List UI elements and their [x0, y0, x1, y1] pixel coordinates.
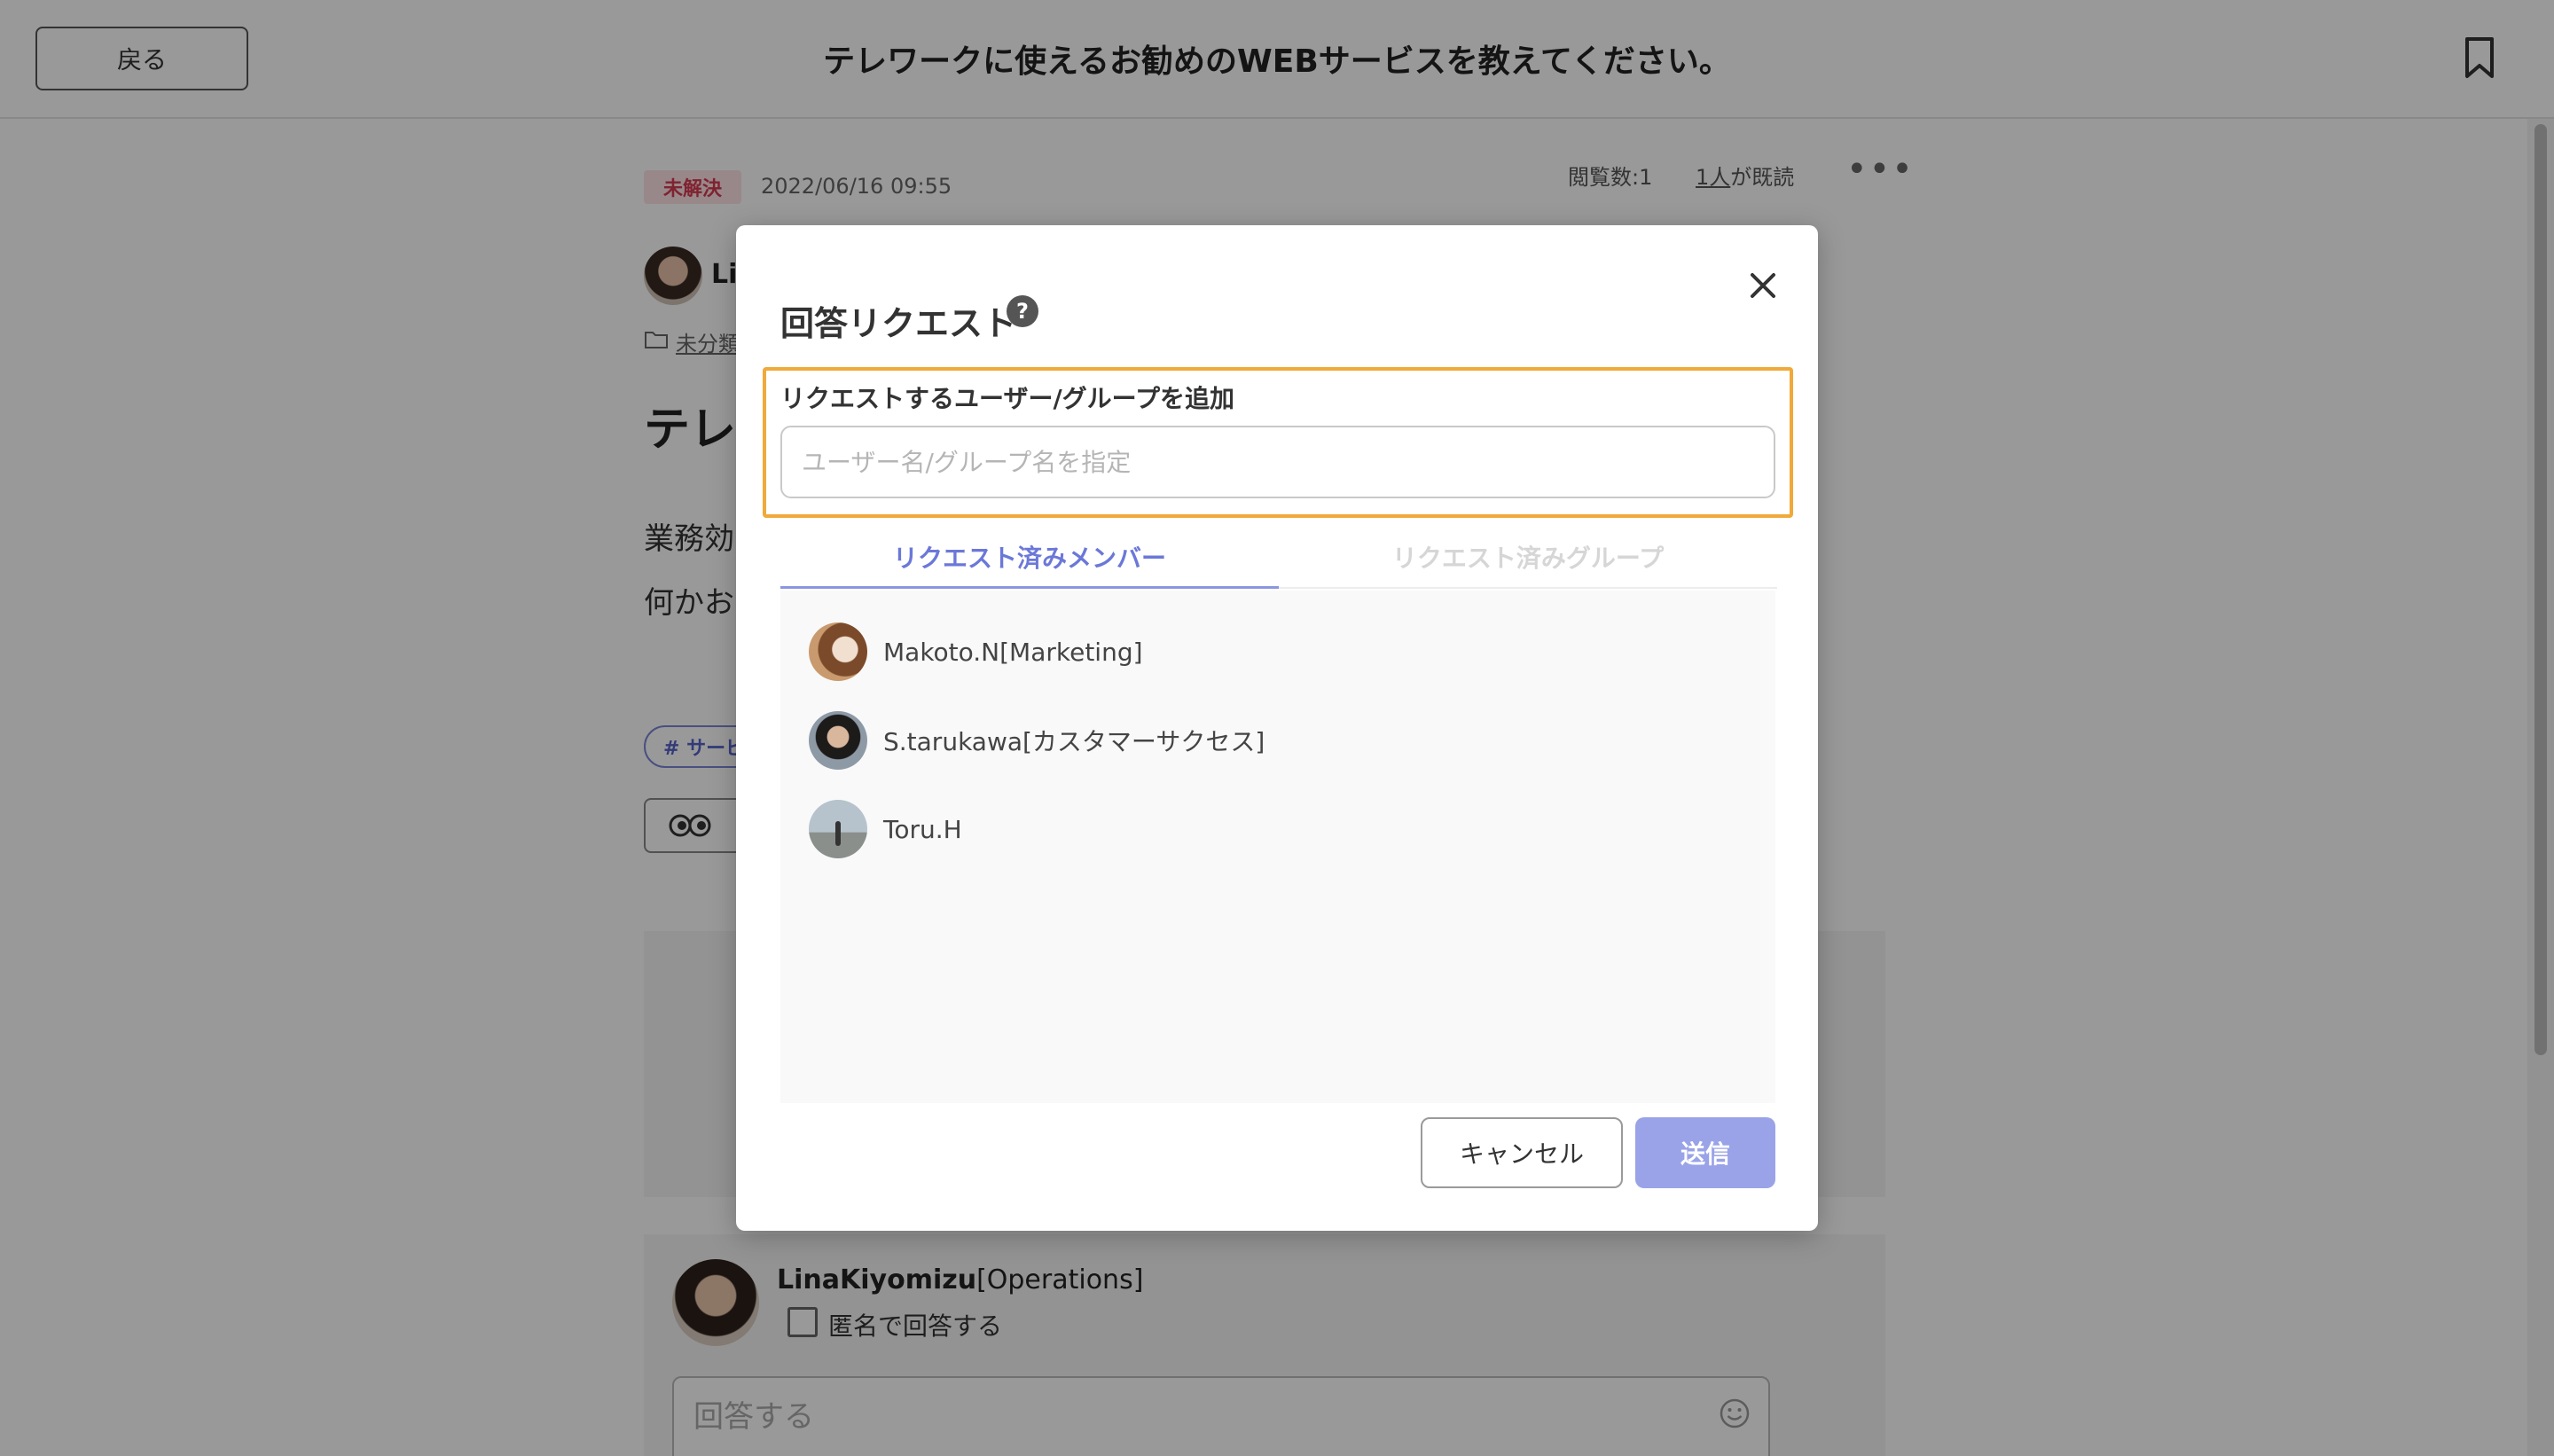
avatar [809, 711, 867, 770]
member-name: Toru.H [883, 814, 962, 844]
user-group-search-input[interactable] [780, 426, 1775, 498]
modal-title: 回答リクエスト [780, 304, 1017, 343]
member-name: Makoto.N[Marketing] [883, 637, 1143, 667]
list-item: Toru.H [809, 800, 962, 858]
member-name: S.tarukawa[カスタマーサクセス] [883, 727, 1265, 756]
list-item: Makoto.N[Marketing] [809, 622, 1143, 681]
tab-requested-groups[interactable]: リクエスト済みグループ [1279, 527, 1777, 589]
answer-request-modal: 回答リクエスト ? リクエストするユーザー/グループを追加 リクエスト済みメンバ… [736, 225, 1818, 1231]
tab-requested-members[interactable]: リクエスト済みメンバー [780, 527, 1279, 589]
svg-text:?: ? [1016, 299, 1029, 324]
cancel-button[interactable]: キャンセル [1421, 1117, 1623, 1188]
close-icon[interactable] [1745, 268, 1781, 303]
add-user-label: リクエストするユーザー/グループを追加 [780, 384, 1234, 413]
avatar [809, 800, 867, 858]
help-icon[interactable]: ? [1006, 294, 1039, 328]
member-list: Makoto.N[Marketing] S.tarukawa[カスタマーサクセス… [780, 591, 1775, 1103]
list-item: S.tarukawa[カスタマーサクセス] [809, 711, 1265, 770]
submit-button[interactable]: 送信 [1635, 1117, 1775, 1188]
avatar [809, 622, 867, 681]
